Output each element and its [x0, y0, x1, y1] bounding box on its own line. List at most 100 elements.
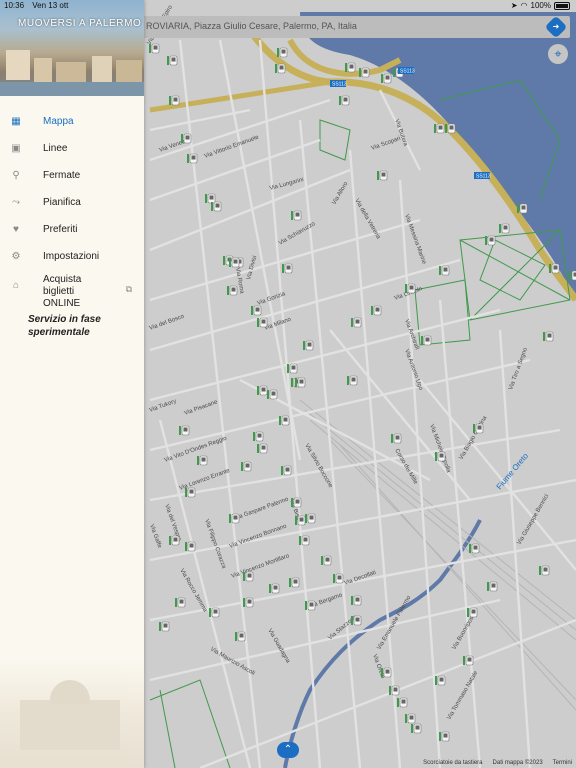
- bus-stop-marker[interactable]: [345, 62, 356, 73]
- bus-stop-marker[interactable]: [487, 581, 498, 592]
- bus-stop-marker[interactable]: [205, 193, 216, 204]
- bus-stop-marker[interactable]: [351, 595, 362, 606]
- bus-stop-marker[interactable]: [381, 73, 392, 84]
- bus-stop-marker[interactable]: [223, 255, 234, 266]
- bus-stop-marker[interactable]: [229, 513, 240, 524]
- nav-item-acquista-biglietti[interactable]: ⌂ Acquista biglietti ONLINE ⧉: [0, 270, 144, 310]
- bus-stop-marker[interactable]: [391, 433, 402, 444]
- directions-button[interactable]: ➜: [544, 15, 568, 39]
- bus-stop-marker[interactable]: [351, 615, 362, 626]
- bus-stop-marker[interactable]: [257, 385, 268, 396]
- bus-stop-marker[interactable]: [277, 47, 288, 58]
- locate-button[interactable]: ⌖: [548, 44, 568, 64]
- bus-stop-marker[interactable]: [179, 425, 190, 436]
- bus-stop-marker[interactable]: [485, 235, 496, 246]
- bus-stop-marker[interactable]: [185, 541, 196, 552]
- street-label: Via del Bosco: [149, 314, 186, 332]
- nav-item-fermate[interactable]: ⚲ Fermate: [0, 162, 144, 189]
- bus-stop-marker[interactable]: [405, 713, 416, 724]
- bus-stop-marker[interactable]: [269, 583, 280, 594]
- terms-link[interactable]: Termini: [553, 760, 572, 766]
- bus-stop-marker[interactable]: [282, 263, 293, 274]
- bus-stop-marker[interactable]: [543, 331, 554, 342]
- map-attribution: Scorciatoie da tastiera Dati mappa ©2023…: [423, 760, 572, 766]
- search-bar[interactable]: ROVIARIA, Piazza Giulio Cesare, Palermo,…: [138, 15, 570, 39]
- bus-stop-marker[interactable]: [463, 655, 474, 666]
- bus-stop-marker[interactable]: [279, 415, 290, 426]
- bus-stop-marker[interactable]: [321, 555, 332, 566]
- bus-stop-marker[interactable]: [405, 283, 416, 294]
- bus-stop-marker[interactable]: [389, 685, 400, 696]
- bus-stop-marker[interactable]: [347, 375, 358, 386]
- nav-item-pianifica[interactable]: ⤳ Pianifica: [0, 189, 144, 216]
- bus-stop-marker[interactable]: [421, 335, 432, 346]
- bus-stop-marker[interactable]: [339, 95, 350, 106]
- bus-stop-marker[interactable]: [267, 389, 278, 400]
- bus-stop-marker[interactable]: [243, 597, 254, 608]
- bus-stop-marker[interactable]: [569, 270, 576, 281]
- bus-stop-marker[interactable]: [303, 340, 314, 351]
- bus-stop-marker[interactable]: [411, 723, 422, 734]
- bus-stop-marker[interactable]: [251, 305, 262, 316]
- bus-stop-marker[interactable]: [241, 461, 252, 472]
- bus-stop-marker[interactable]: [187, 153, 198, 164]
- bus-stop-marker[interactable]: [197, 455, 208, 466]
- bus-stop-marker[interactable]: [211, 201, 222, 212]
- bus-stop-marker[interactable]: [445, 123, 456, 134]
- bus-stop-marker[interactable]: [333, 573, 344, 584]
- bus-stop-marker[interactable]: [281, 465, 292, 476]
- bus-stop-marker[interactable]: [351, 317, 362, 328]
- bus-stop-marker[interactable]: [291, 497, 302, 508]
- bus-stop-marker[interactable]: [253, 431, 264, 442]
- bus-stop-marker[interactable]: [149, 43, 160, 54]
- bus-stop-marker[interactable]: [235, 631, 246, 642]
- bus-stop-marker[interactable]: [305, 600, 316, 611]
- keyboard-shortcuts-link[interactable]: Scorciatoie da tastiera: [423, 760, 482, 766]
- bus-stop-marker[interactable]: [305, 513, 316, 524]
- bus-stop-marker[interactable]: [439, 265, 450, 276]
- bus-stop-marker[interactable]: [175, 597, 186, 608]
- bus-stop-marker[interactable]: [287, 363, 298, 374]
- bus-stop-marker[interactable]: [295, 377, 306, 388]
- bus-stop-marker[interactable]: [185, 487, 196, 498]
- bus-stop-marker[interactable]: [473, 423, 484, 434]
- bus-stop-marker[interactable]: [539, 565, 550, 576]
- bus-stop-marker[interactable]: [549, 263, 560, 274]
- bus-stop-marker[interactable]: [257, 443, 268, 454]
- bus-stop-marker[interactable]: [295, 515, 306, 526]
- nav-item-impostazioni[interactable]: ⚙ Impostazioni: [0, 243, 144, 270]
- nav-item-mappa[interactable]: ▦ Mappa: [0, 108, 144, 135]
- bus-stop-marker[interactable]: [381, 667, 392, 678]
- bus-stop-marker[interactable]: [159, 621, 170, 632]
- bus-stop-marker[interactable]: [435, 675, 446, 686]
- bus-stop-marker[interactable]: [499, 223, 510, 234]
- bus-stop-marker[interactable]: [439, 731, 450, 742]
- bus-stop-marker[interactable]: [435, 451, 446, 462]
- bus-stop-marker[interactable]: [371, 305, 382, 316]
- bus-stop-marker[interactable]: [169, 535, 180, 546]
- bus-stop-marker[interactable]: [517, 203, 528, 214]
- bus-stop-marker[interactable]: [377, 170, 388, 181]
- bus-stop-marker[interactable]: [467, 607, 478, 618]
- bus-stop-marker[interactable]: [167, 55, 178, 66]
- bus-stop-marker[interactable]: [227, 285, 238, 296]
- bus-stop-marker[interactable]: [209, 607, 220, 618]
- nav-item-preferiti[interactable]: ♥ Preferiti: [0, 216, 144, 243]
- bus-stop-marker[interactable]: [169, 95, 180, 106]
- nav-item-linee[interactable]: ▣ Linee: [0, 135, 144, 162]
- bus-stop-marker[interactable]: [397, 697, 408, 708]
- bus-stop-marker[interactable]: [243, 571, 254, 582]
- bus-stop-marker[interactable]: [469, 543, 480, 554]
- bus-stop-marker[interactable]: [275, 63, 286, 74]
- bus-stop-marker[interactable]: [257, 317, 268, 328]
- bus-stop-marker[interactable]: [359, 67, 370, 78]
- bus-stop-marker[interactable]: [299, 535, 310, 546]
- bus-stop-marker[interactable]: [291, 210, 302, 221]
- expand-panel-button[interactable]: ⌃: [277, 742, 299, 758]
- bus-stop-marker[interactable]: [181, 133, 192, 144]
- bus-stop-marker[interactable]: [289, 577, 300, 588]
- search-input[interactable]: ROVIARIA, Piazza Giulio Cesare, Palermo,…: [146, 21, 357, 31]
- sidebar: MUOVERSI A PALERMO ▦ Mappa ▣ Linee ⚲ Fer…: [0, 0, 144, 768]
- bus-stop-marker[interactable]: [229, 257, 240, 268]
- bus-stop-marker[interactable]: [434, 123, 445, 134]
